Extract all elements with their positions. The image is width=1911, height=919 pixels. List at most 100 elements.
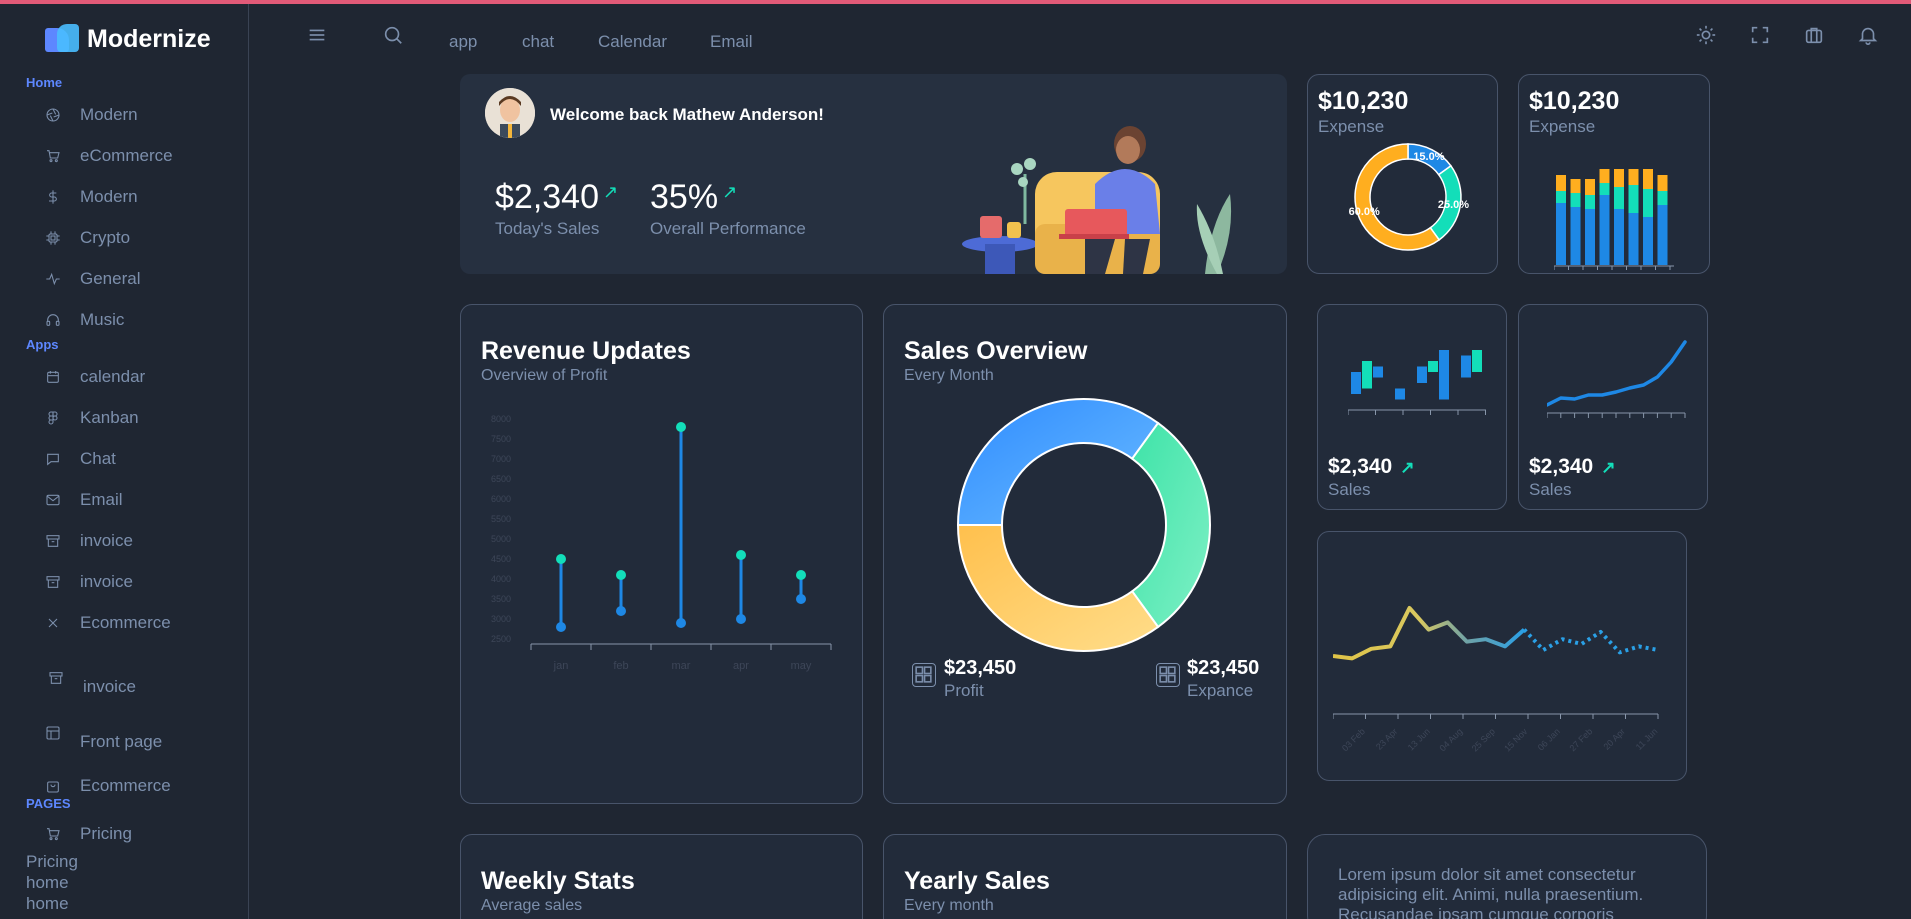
- sidebar-item-ecommerce[interactable]: Ecommerce: [44, 609, 171, 637]
- data-point: [796, 594, 806, 604]
- sidebar-item-invoice[interactable]: invoice: [44, 568, 133, 596]
- sidebar-item-ecommerce[interactable]: eCommerce: [44, 142, 173, 170]
- sidebar-item-invoice[interactable]: invoice: [44, 527, 133, 555]
- sidebar-link-home[interactable]: home: [26, 873, 69, 893]
- stacked-bar-segment: [1657, 191, 1668, 205]
- y-tick-label: 7500: [491, 434, 511, 444]
- expense-value: $10,230: [1529, 87, 1620, 115]
- y-tick-label: 4000: [491, 574, 511, 584]
- search-icon[interactable]: [380, 22, 406, 48]
- sidebar-item-label: invoice: [83, 677, 136, 696]
- card-title: Weekly Stats: [481, 867, 635, 895]
- shopping-cart-icon: [44, 147, 62, 165]
- sidebar-item-label: calendar: [80, 367, 146, 386]
- x-tick-label: 31 Jan: [1333, 726, 1334, 752]
- sidebar-link-home[interactable]: home: [26, 894, 69, 914]
- sun-icon[interactable]: [1693, 22, 1719, 48]
- sidebar-item-invoice[interactable]: invoice: [44, 672, 136, 701]
- expense-value: $10,230: [1318, 87, 1409, 115]
- card-subtitle: Overview of Profit: [481, 367, 608, 384]
- x-tick-label: mar: [672, 660, 691, 672]
- header-link-app[interactable]: app: [449, 32, 477, 52]
- sidebar-item-label: eCommerce: [80, 146, 173, 165]
- performance-value: 35% ↗: [650, 178, 738, 216]
- x-tick-label: apr: [733, 660, 749, 672]
- mail-icon: [44, 491, 62, 509]
- sales-overview-card: Sales Overview Every Month $23,450 Profi…: [883, 304, 1287, 804]
- welcome-illustration: [962, 126, 1232, 274]
- shopping-cart-icon: [44, 825, 62, 843]
- sidebar-item-chat[interactable]: Chat: [44, 445, 116, 473]
- data-point: [556, 554, 566, 564]
- stacked-bar-segment: [1643, 169, 1653, 189]
- stacked-bar-segment: [1570, 193, 1581, 207]
- grid-icon: [912, 663, 936, 687]
- data-point: [556, 622, 566, 632]
- sidebar-item-label: Front page: [80, 732, 163, 751]
- calendar-icon: [44, 368, 62, 386]
- sidebar-item-email[interactable]: Email: [44, 486, 123, 514]
- y-tick-label: 2500: [491, 634, 511, 644]
- floating-bar: [1472, 350, 1482, 372]
- sidebar-item-music[interactable]: Music: [44, 306, 124, 334]
- bell-icon[interactable]: [1855, 22, 1881, 48]
- sidebar-item-modern[interactable]: Modern: [44, 183, 138, 211]
- y-tick-label: 3500: [491, 594, 511, 604]
- menu-icon[interactable]: [304, 22, 330, 48]
- close-icon: [44, 614, 62, 632]
- donut-label: 25.0%: [1438, 199, 1469, 211]
- header-link-calendar[interactable]: Calendar: [598, 32, 667, 52]
- expense-label: Expance: [1187, 681, 1254, 700]
- sidebar-item-label: invoice: [80, 572, 133, 591]
- revenue-chart: 2500 3000 3500 4000 4500 5000 5500 6000 6500 7000…: [491, 414, 832, 672]
- series-line-forecast: [1522, 628, 1659, 655]
- arrow-up-right-icon: ↗: [722, 182, 738, 202]
- yearly-sales-card: Yearly Sales Every month: [883, 834, 1287, 919]
- section-pages: PAGES: [26, 796, 71, 811]
- sales-label: Sales: [1328, 480, 1371, 499]
- brand-name: Modernize: [87, 24, 211, 53]
- cpu-icon: [44, 229, 62, 247]
- card-subtitle: Every month: [904, 897, 994, 914]
- sidebar-item-label: Email: [80, 490, 123, 509]
- y-tick-label: 5000: [491, 534, 511, 544]
- briefcase-icon[interactable]: [1801, 22, 1827, 48]
- sidebar-link-pricing[interactable]: Pricing: [26, 852, 78, 872]
- fullscreen-icon[interactable]: [1747, 22, 1773, 48]
- section-home: Home: [26, 75, 63, 90]
- header-link-email[interactable]: Email: [710, 32, 753, 52]
- data-point: [796, 570, 806, 580]
- sidebar-item-pricing[interactable]: Pricing: [44, 820, 132, 848]
- x-tick-label: 27 Feb: [1568, 726, 1595, 753]
- sidebar-item-front-page[interactable]: Front page: [44, 726, 163, 756]
- expense-card-donut: $10,230 Expense 15.0% 25.0% 60.0%: [1307, 74, 1498, 274]
- sidebar-item-crypto[interactable]: Crypto: [44, 224, 130, 252]
- sidebar-item-label: Kanban: [80, 408, 139, 427]
- floating-bar: [1417, 366, 1427, 383]
- sidebar: Modernize Home Modern eCommerce Modern Crypt…: [0, 4, 249, 919]
- data-point: [676, 422, 686, 432]
- sidebar-item-general[interactable]: General: [44, 265, 140, 293]
- y-tick-label: 3000: [491, 614, 511, 624]
- stacked-bar-segment: [1614, 187, 1624, 209]
- sales-label: Sales: [1529, 480, 1572, 499]
- x-tick-label: 13 Jun: [1406, 726, 1432, 752]
- x-tick-label: 20 Apr: [1601, 726, 1626, 751]
- sales-card-line: $2,340 ↗ Sales: [1518, 304, 1708, 510]
- sidebar-item-kanban[interactable]: Kanban: [44, 404, 139, 432]
- stacked-bar-segment: [1628, 185, 1639, 213]
- data-point: [736, 614, 746, 624]
- sidebar-item-modern[interactable]: Modern: [44, 101, 138, 129]
- lorem-card: Lorem ipsum dolor sit amet consectetur a…: [1307, 834, 1707, 919]
- sidebar-item-label: Pricing: [80, 824, 132, 843]
- welcome-greeting: Welcome back Mathew Anderson!: [550, 105, 824, 124]
- x-tick-label: 23 Apr: [1374, 726, 1399, 751]
- header-link-chat[interactable]: chat: [522, 32, 554, 52]
- floating-bar: [1439, 350, 1449, 400]
- sidebar-item-calendar[interactable]: calendar: [44, 363, 145, 391]
- trend-line-card: 31 Jan 03 Feb 23 Apr 13 Jun04 Aug25 Sep15 N…: [1317, 531, 1687, 781]
- avatar[interactable]: [485, 88, 535, 138]
- grid-icon: [1156, 663, 1180, 687]
- brand[interactable]: Modernize: [45, 24, 211, 54]
- x-tick-label: 25 Sep: [1470, 726, 1497, 753]
